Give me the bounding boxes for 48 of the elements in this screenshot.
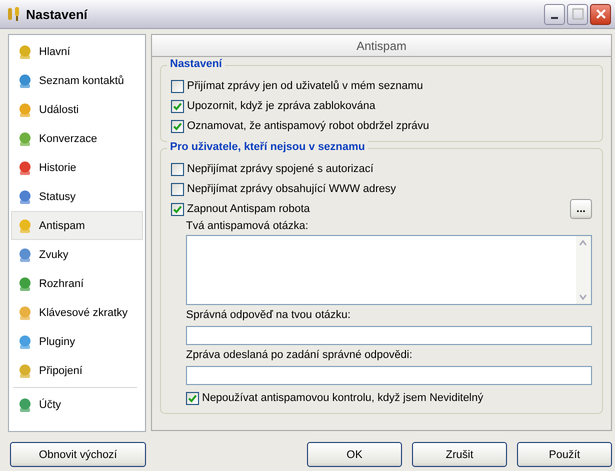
group-title: Nastavení xyxy=(167,58,225,70)
sidebar-item[interactable]: Klávesové zkratky xyxy=(11,298,143,327)
input-field[interactable] xyxy=(186,366,592,385)
question-textarea[interactable] xyxy=(186,235,592,305)
checkbox-label[interactable]: Upozornit, když je zpráva zablokována xyxy=(187,100,376,112)
sidebar-item[interactable]: Rozhraní xyxy=(11,269,143,298)
checkbox-label[interactable]: Nepoužívat antispamovou kontrolu, když jsem Neviditelný xyxy=(202,392,484,404)
sidebar-item[interactable]: Pluginy xyxy=(11,327,143,356)
group-title: Pro uživatele, kteří nejsou v seznamu xyxy=(167,141,368,153)
sidebar-item[interactable]: Antispam xyxy=(11,211,143,240)
checkbox[interactable] xyxy=(171,100,184,112)
window-title: Nastavení xyxy=(26,6,89,22)
field-label: Správná odpověď na tvou otázku: xyxy=(186,309,352,323)
sidebar-item[interactable]: Zvuky xyxy=(11,240,143,269)
checkbox[interactable] xyxy=(171,202,184,216)
checkbox-label[interactable]: Oznamovat, že antispamový robot obdržel zprávu xyxy=(187,120,430,132)
maximize-icon xyxy=(572,8,584,20)
checkbox-label[interactable]: Zapnout Antispam robota xyxy=(187,203,310,215)
close-icon xyxy=(594,8,606,20)
checkbox-label[interactable]: Přijímat zprávy jen od uživatelů v mém seznamu xyxy=(187,80,423,92)
sidebar-item[interactable]: Historie xyxy=(11,153,143,182)
input-field[interactable] xyxy=(186,326,592,345)
sidebar-item[interactable]: Události xyxy=(11,95,143,124)
dialog-button[interactable]: Zrušit xyxy=(412,442,507,467)
dialog-button[interactable]: Použít xyxy=(517,442,612,467)
checkbox[interactable] xyxy=(171,162,184,176)
checkbox-label[interactable]: Nepřijímat zprávy obsahující WWW adresy xyxy=(187,183,396,195)
tools-icon xyxy=(6,6,22,22)
close-button[interactable] xyxy=(590,4,611,24)
dialog-button[interactable]: OK xyxy=(307,442,402,467)
sidebar-item[interactable]: Statusy xyxy=(11,182,143,211)
checkbox[interactable] xyxy=(186,392,199,404)
sidebar-item[interactable]: Účty xyxy=(11,390,143,419)
sidebar-item[interactable]: Seznam kontaktů xyxy=(11,66,143,95)
sidebar-item[interactable]: Připojení xyxy=(11,356,143,385)
panel-header: Antispam xyxy=(151,34,612,57)
minimize-icon xyxy=(551,17,558,19)
minimize-button[interactable] xyxy=(544,4,565,24)
checkbox-label[interactable]: Nepřijímat zprávy spojené s autorizací xyxy=(187,163,374,175)
checkbox[interactable] xyxy=(171,182,184,196)
sidebar-item[interactable]: Hlavní xyxy=(11,37,143,66)
more-button[interactable]: ... xyxy=(570,199,592,219)
sidebar-item[interactable]: Konverzace xyxy=(11,124,143,153)
reset-defaults-button[interactable]: Obnovit výchozí xyxy=(10,442,146,467)
field-label: Zpráva odeslaná po zadání správné odpovědi: xyxy=(186,349,414,363)
field-label: Tvá antispamová otázka: xyxy=(186,220,310,234)
checkbox[interactable] xyxy=(171,80,184,92)
checkbox[interactable] xyxy=(171,120,184,132)
